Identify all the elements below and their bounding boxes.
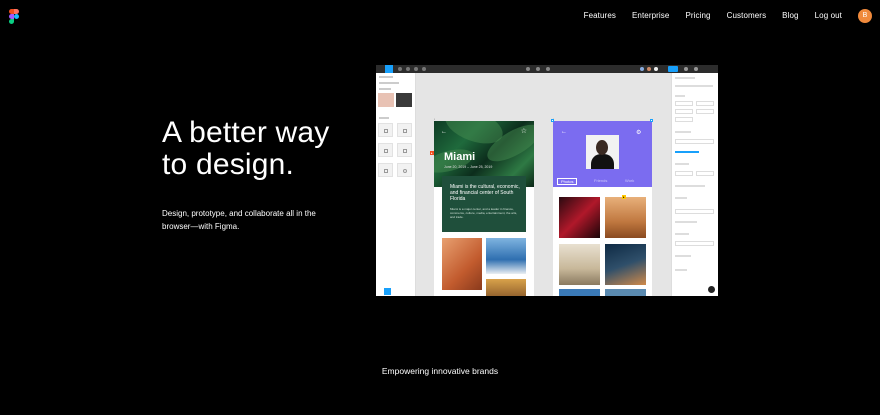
pen-tool-icon (414, 67, 418, 71)
assets-panel (376, 73, 416, 296)
nav-link-enterprise[interactable]: Enterprise (632, 11, 669, 20)
miami-frame: ← ☆ Miami June 20, 2019 – June 25, 2019 … (434, 121, 534, 296)
share-button (668, 66, 678, 72)
profile-portrait (586, 135, 619, 169)
component-thumbnail (378, 93, 394, 107)
boolean-icon (546, 67, 550, 71)
back-arrow-icon: ← (441, 129, 447, 135)
component-icon (526, 67, 530, 71)
figma-editor-preview: ▪ ← ☆ Miami June 20, 2019 – June 25, 201… (376, 65, 718, 296)
icon-component (378, 143, 393, 157)
miami-dates: June 20, 2019 – June 25, 2019 (444, 165, 493, 169)
nav-link-blog[interactable]: Blog (782, 11, 798, 20)
sea-photo (559, 289, 600, 296)
hero-title: A better way to design. (162, 117, 372, 181)
icon-component (397, 143, 412, 157)
miami-title: Miami (444, 151, 476, 163)
nav-link-features[interactable]: Features (584, 11, 616, 20)
editor-toolbar (376, 65, 718, 73)
hero-subtitle-line1: Design, prototype, and collaborate all i… (162, 209, 316, 218)
move-tool-icon (385, 65, 393, 73)
street-photo (486, 279, 526, 296)
tab-work: Work (625, 178, 635, 183)
avatar[interactable]: B (858, 8, 872, 23)
hero-title-line1: A better way (162, 116, 330, 149)
tab-photos: Photos (557, 178, 578, 185)
star-icon: ☆ (520, 128, 527, 135)
selection-handle (551, 119, 554, 122)
icon-component (378, 123, 393, 137)
properties-panel (671, 73, 718, 296)
collaborator-avatar (640, 67, 644, 71)
collaborator-cursor: ▸ (622, 195, 626, 199)
add-button-icon (384, 288, 391, 295)
neon-photo (559, 197, 600, 238)
profile-frame: ← ⚙ Photos Friends Work (553, 121, 652, 296)
mask-icon (536, 67, 540, 71)
cliff-photo (605, 244, 646, 285)
building-photo (442, 238, 482, 290)
shape-tool-icon (406, 67, 410, 71)
nav-link-pricing[interactable]: Pricing (685, 11, 710, 20)
miami-info-card: Miami is the cultural, economic, and fin… (442, 176, 526, 232)
icon-component (397, 163, 412, 177)
icon-component (397, 123, 412, 137)
icon-component (378, 163, 393, 177)
frame-tool-icon (398, 67, 402, 71)
hero-title-line2: to design. (162, 148, 295, 181)
hero-subtitle-line2: browser—with Figma. (162, 221, 240, 231)
tab-friends: Friends (594, 178, 608, 183)
component-thumbnail (396, 93, 412, 107)
hero-subtitle: Design, prototype, and collaborate all i… (162, 208, 352, 233)
help-icon (708, 286, 715, 293)
snow-mountain-photo (486, 238, 526, 274)
sky-photo (605, 289, 646, 296)
zoom-icon (694, 67, 698, 71)
text-tool-icon (422, 67, 426, 71)
miami-card-body: Miami is a major center, and a leader in… (450, 207, 518, 219)
palm-beach-photo (559, 244, 600, 285)
nav-link-logout[interactable]: Log out (815, 11, 842, 20)
collaborator-avatar (654, 67, 658, 71)
miami-card-heading: Miami is the cultural, economic, and fin… (450, 184, 520, 202)
back-arrow-icon: ← (561, 129, 567, 135)
nav-link-customers[interactable]: Customers (727, 11, 767, 20)
desert-photo (605, 197, 646, 238)
figma-logo-icon[interactable] (9, 9, 19, 24)
brands-tagline: Empowering innovative brands (381, 366, 499, 376)
top-nav: Features Enterprise Pricing Customers Bl… (584, 0, 872, 31)
collaborator-cursor: ▸ (430, 151, 434, 155)
settings-icon: ⚙ (636, 130, 642, 136)
collaborator-avatar (647, 67, 651, 71)
selection-handle (650, 119, 653, 122)
play-icon (684, 67, 688, 71)
